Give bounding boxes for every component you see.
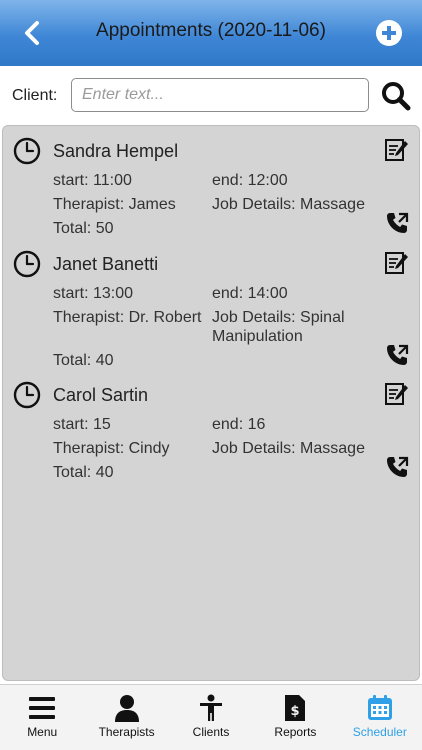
nav-item-clients[interactable]: Clients xyxy=(169,685,253,750)
nav-item-reports[interactable]: $ Reports xyxy=(253,685,337,750)
job-details: Job Details: Massage xyxy=(212,196,365,213)
edit-note-icon[interactable] xyxy=(383,381,409,407)
nav-label: Menu xyxy=(27,725,58,739)
nav-label: Scheduler xyxy=(352,725,407,739)
client-search-input[interactable] xyxy=(71,78,369,112)
therapist: Therapist: Cindy xyxy=(53,440,170,457)
client-label: Client: xyxy=(12,87,58,104)
svg-text:$: $ xyxy=(291,704,300,719)
total: Total: 40 xyxy=(53,352,114,369)
start-time: start: 13:00 xyxy=(53,285,134,302)
clock-icon xyxy=(13,250,41,278)
nav-label: Therapists xyxy=(98,725,155,739)
nav-label: Clients xyxy=(192,725,230,739)
appointment-item[interactable]: Janet Banetti start: 13:00 end: 14:00 Th… xyxy=(3,250,421,380)
phone-forward-icon[interactable] xyxy=(385,343,409,367)
nav-label: Reports xyxy=(274,725,317,739)
bottom-nav: Menu Therapists Clients $ Reports Schedu… xyxy=(0,684,422,750)
header-bar: Appointments (2020-11-06) xyxy=(0,0,422,66)
dollar-document-icon: $ xyxy=(285,695,306,721)
plus-icon xyxy=(382,26,396,40)
phone-forward-icon[interactable] xyxy=(385,455,409,479)
calendar-icon xyxy=(367,695,392,720)
client-name: Sandra Hempel xyxy=(53,141,179,161)
nav-item-menu[interactable]: Menu xyxy=(0,685,84,750)
end-time: end: 14:00 xyxy=(212,285,288,302)
appointment-item[interactable]: Carol Sartin start: 15 end: 16 Therapist… xyxy=(3,381,421,491)
person-icon xyxy=(114,695,139,722)
appointment-item[interactable]: Sandra Hempel start: 11:00 end: 12:00 Th… xyxy=(3,137,421,247)
standing-person-icon xyxy=(200,694,223,721)
search-button[interactable] xyxy=(380,80,412,112)
hamburger-menu-icon xyxy=(29,697,56,719)
client-search-row: Client: xyxy=(0,66,422,124)
therapist: Therapist: Dr. Robert xyxy=(53,309,202,326)
start-time: start: 11:00 xyxy=(53,172,132,189)
add-appointment-button[interactable] xyxy=(376,20,402,46)
back-button[interactable] xyxy=(14,16,50,50)
chevron-left-icon xyxy=(25,21,39,45)
appointment-list[interactable]: Sandra Hempel start: 11:00 end: 12:00 Th… xyxy=(2,125,420,681)
clock-icon xyxy=(13,381,41,409)
nav-item-scheduler[interactable]: Scheduler xyxy=(338,685,422,750)
nav-item-therapists[interactable]: Therapists xyxy=(84,685,168,750)
end-time: end: 16 xyxy=(212,416,266,433)
edit-note-icon[interactable] xyxy=(383,250,409,276)
start-time: start: 15 xyxy=(53,416,111,433)
total: Total: 50 xyxy=(53,220,114,237)
client-name: Carol Sartin xyxy=(53,385,149,405)
therapist: Therapist: James xyxy=(53,196,176,213)
end-time: end: 12:00 xyxy=(212,172,288,189)
total: Total: 40 xyxy=(53,464,114,481)
page-title: Appointments (2020-11-06) xyxy=(96,20,326,41)
clock-icon xyxy=(13,137,41,165)
client-name: Janet Banetti xyxy=(53,254,159,274)
job-details: Job Details: Spinal Manipulation xyxy=(212,309,345,345)
phone-forward-icon[interactable] xyxy=(385,211,409,235)
search-icon xyxy=(382,82,411,111)
job-details: Job Details: Massage xyxy=(212,440,365,457)
edit-note-icon[interactable] xyxy=(383,137,409,163)
